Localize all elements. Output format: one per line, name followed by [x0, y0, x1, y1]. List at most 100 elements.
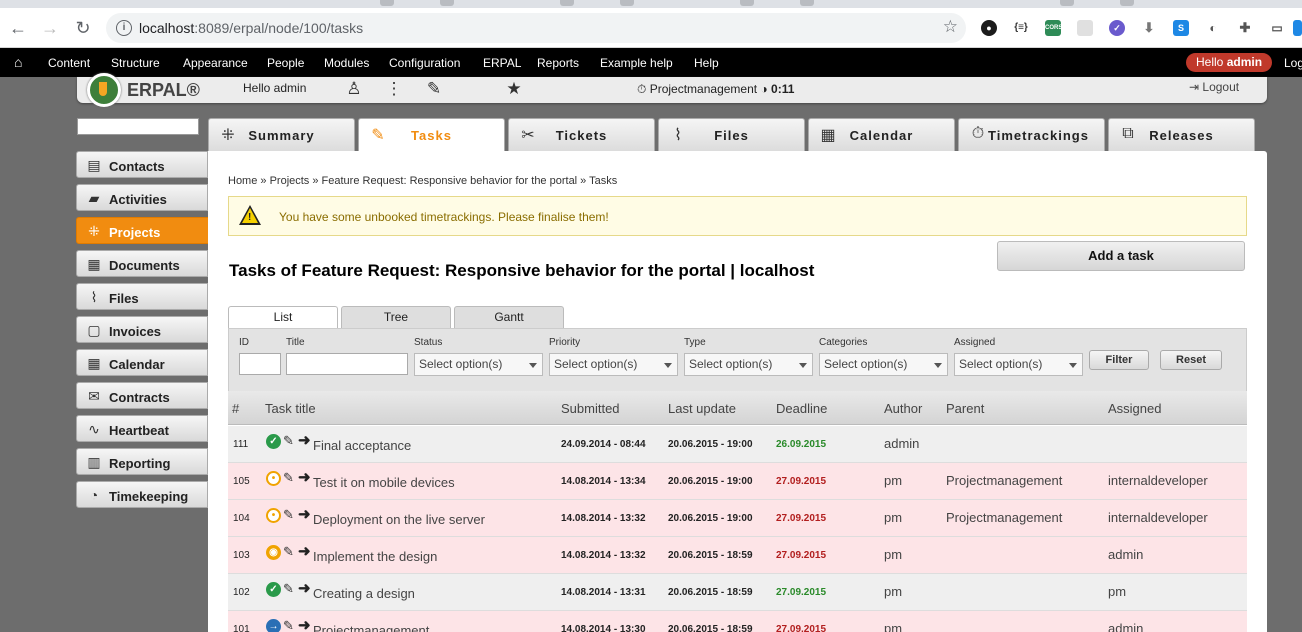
task-assigned[interactable]: internaldeveloper [1108, 473, 1208, 488]
s-extension-icon[interactable]: S [1173, 20, 1189, 36]
add-task-button[interactable]: Add a task [997, 241, 1245, 271]
reset-button[interactable]: Reset [1160, 350, 1222, 370]
view-tab-tree[interactable]: Tree [341, 306, 451, 328]
tools-icon[interactable]: ✎ [423, 79, 445, 101]
sidebar-item-heartbeat[interactable]: ∿ Heartbeat [76, 415, 208, 442]
toolbar-item-reports[interactable]: Reports [537, 56, 579, 70]
tab-timetrackings[interactable]: ⏱ Timetrackings [958, 118, 1105, 151]
task-title-link[interactable]: Projectmanagement [313, 623, 429, 632]
people-extension-icon[interactable]: ◐ [1205, 20, 1221, 36]
filter-button[interactable]: Filter [1089, 350, 1149, 370]
priority-select[interactable]: Select option(s) [549, 353, 678, 376]
sidebar-item-reporting[interactable]: ▥ Reporting [76, 448, 208, 475]
task-author[interactable]: pm [884, 510, 902, 525]
toolbar-logout-link[interactable]: Log [1284, 56, 1302, 70]
table-row[interactable]: 111 ✓ ✎ ➜ Final acceptance 24.09.2014 - 08:44… [228, 426, 1247, 463]
task-assigned[interactable]: admin [1108, 621, 1143, 632]
task-author[interactable]: pm [884, 621, 902, 632]
forward-icon[interactable]: → [40, 18, 60, 38]
column-header-last-update[interactable]: Last update [668, 401, 736, 416]
view-tab-list[interactable]: List [228, 306, 338, 329]
toolbar-item-modules[interactable]: Modules [324, 56, 369, 70]
column-header-assigned[interactable]: Assigned [1108, 401, 1161, 416]
hello-user-badge[interactable]: Hello admin [1186, 53, 1273, 72]
sidebar-item-timekeeping[interactable]: ◔ Timekeeping [76, 481, 208, 508]
user-profile-icon[interactable]: ♙ [343, 79, 365, 101]
sidebar-item-contacts[interactable]: ▤ Contacts [76, 151, 208, 178]
sidebar-item-files[interactable]: ⌇ Files [76, 283, 208, 310]
column-header-author[interactable]: Author [884, 401, 922, 416]
task-title-link[interactable]: Deployment on the live server [313, 512, 485, 527]
type-select[interactable]: Select option(s) [684, 353, 813, 376]
categories-select[interactable]: Select option(s) [819, 353, 948, 376]
cors-extension-icon[interactable]: CORS [1045, 20, 1062, 36]
task-assigned[interactable]: internaldeveloper [1108, 510, 1208, 525]
task-title-link[interactable]: Test it on mobile devices [313, 475, 455, 490]
play-icon[interactable]: ◑ [760, 82, 767, 96]
puzzle-icon[interactable]: ✚ [1237, 20, 1253, 36]
task-author[interactable]: pm [884, 584, 902, 599]
task-assigned[interactable]: pm [1108, 584, 1126, 599]
sidebar-search-input[interactable] [77, 118, 199, 135]
toolbar-item-example-help[interactable]: Example help [600, 56, 673, 70]
toolbar-item-people[interactable]: People [267, 56, 304, 70]
toolbar-item-content[interactable]: Content [48, 56, 90, 70]
task-assigned[interactable]: admin [1108, 547, 1143, 562]
table-row[interactable]: 102 ✓ ✎ ➜ Creating a design 14.08.2014 - 13:3… [228, 574, 1247, 611]
bookmark-star-icon[interactable]: ★ [503, 79, 525, 101]
sidebar-item-projects[interactable]: ⁜ Projects [76, 217, 224, 244]
back-icon[interactable]: ← [8, 18, 28, 38]
json-extension-icon[interactable]: {≡} [1013, 20, 1029, 36]
tab-releases[interactable]: ⧉ Releases [1108, 118, 1255, 151]
task-parent[interactable]: Projectmanagement [946, 473, 1062, 488]
sitemap-icon[interactable]: ⋮ [383, 79, 405, 101]
tab-tasks[interactable]: ✎ Tasks [358, 118, 505, 152]
cast-icon[interactable]: ▭ [1269, 20, 1285, 36]
column-header-parent[interactable]: Parent [946, 401, 984, 416]
task-author[interactable]: admin [884, 436, 919, 451]
status-select[interactable]: Select option(s) [414, 353, 543, 376]
sidebar-item-invoices[interactable]: ▢ Invoices [76, 316, 208, 343]
table-row[interactable]: 101 → ✎ ➜ Projectmanagement 14.08.2014 - 13:3… [228, 611, 1247, 632]
sidebar-item-calendar[interactable]: ▦ Calendar [76, 349, 208, 376]
toolbar-item-appearance[interactable]: Appearance [183, 56, 248, 70]
task-parent[interactable]: Projectmanagement [946, 510, 1062, 525]
column-header-deadline[interactable]: Deadline [776, 401, 827, 416]
profile-icon[interactable] [1293, 20, 1302, 36]
view-tab-gantt[interactable]: Gantt [454, 306, 564, 328]
sidebar-item-documents[interactable]: ▦ Documents [76, 250, 208, 277]
grid-extension-icon[interactable] [1077, 20, 1093, 36]
tab-tickets[interactable]: ✂ Tickets [508, 118, 655, 151]
logout-link[interactable]: ⇥ Logout [1189, 80, 1239, 94]
home-icon[interactable]: ⌂ [14, 54, 22, 70]
tab-calendar[interactable]: ▦ Calendar [808, 118, 955, 151]
table-row[interactable]: 103 ◉ ✎ ➜ Implement the design 14.08.2014 - 1… [228, 537, 1247, 574]
task-author[interactable]: pm [884, 473, 902, 488]
toolbar-item-erpal[interactable]: ERPAL [483, 56, 521, 70]
task-author[interactable]: pm [884, 547, 902, 562]
url-text[interactable]: localhost:8089/erpal/node/100/tasks [139, 20, 363, 36]
erpal-logo[interactable]: ERPAL® [83, 73, 203, 107]
column-header-title[interactable]: Task title [265, 401, 316, 416]
extension-icon[interactable]: ● [981, 20, 997, 36]
toolbar-item-help[interactable]: Help [694, 56, 719, 70]
column-header-id[interactable]: # [232, 401, 239, 416]
task-title-link[interactable]: Final acceptance [313, 438, 411, 453]
tab-files[interactable]: ⌇ Files [658, 118, 805, 151]
table-row[interactable]: 105 • ✎ ➜ Test it on mobile devices 14.08.201… [228, 463, 1247, 500]
task-title-link[interactable]: Creating a design [313, 586, 415, 601]
id-filter-input[interactable] [239, 353, 281, 375]
check-extension-icon[interactable]: ✓ [1109, 20, 1125, 36]
table-row[interactable]: 104 • ✎ ➜ Deployment on the live server 14.08… [228, 500, 1247, 537]
title-filter-input[interactable] [286, 353, 408, 375]
sidebar-item-activities[interactable]: ▰ Activities [76, 184, 208, 211]
breadcrumb[interactable]: Home » Projects » Feature Request: Respo… [228, 175, 617, 187]
address-bar[interactable]: i localhost:8089/erpal/node/100/tasks ☆ [106, 13, 966, 43]
download-extension-icon[interactable]: ⬇ [1141, 20, 1157, 36]
reload-icon[interactable]: ↻ [73, 18, 93, 38]
column-header-submitted[interactable]: Submitted [561, 401, 620, 416]
task-title-link[interactable]: Implement the design [313, 549, 437, 564]
toolbar-item-configuration[interactable]: Configuration [389, 56, 460, 70]
assigned-select[interactable]: Select option(s) [954, 353, 1083, 376]
toolbar-item-structure[interactable]: Structure [111, 56, 160, 70]
